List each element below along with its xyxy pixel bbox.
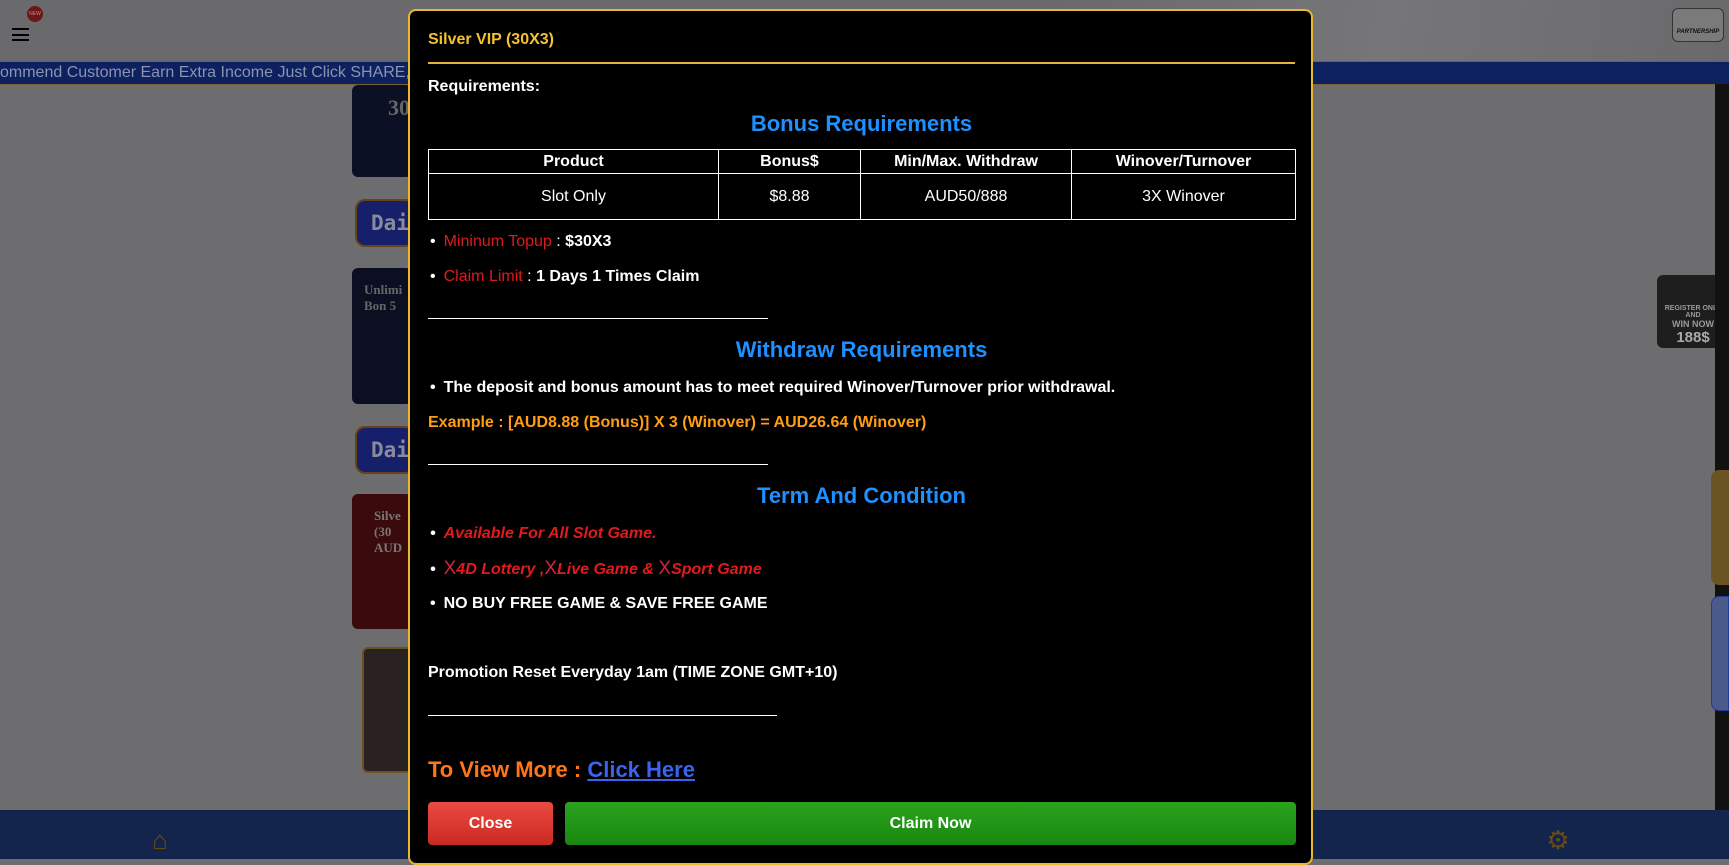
title-divider [428, 62, 1295, 64]
col-withdraw: Min/Max. Withdraw [860, 149, 1072, 174]
cell-winover: 3X Winover [1071, 173, 1296, 220]
col-bonus: Bonus$ [718, 149, 861, 174]
view-more-label: To View More : [428, 757, 588, 782]
promo-card-text: Silve (30 AUD [374, 508, 403, 555]
daily-tab-1[interactable]: Dai [355, 199, 415, 247]
support-icon[interactable]: ⚙ [1543, 826, 1573, 854]
x-mark-icon: X [544, 558, 557, 579]
example-text: Example : [AUD8.88 (Bonus)] X 3 (Winover… [428, 414, 927, 431]
sep: : [551, 233, 566, 250]
table-header-row: Product Bonus$ Min/Max. Withdraw Winover… [428, 149, 1296, 174]
term-slot-games: Available For All Slot Game. [430, 525, 657, 543]
divider [428, 464, 768, 465]
divider [428, 318, 768, 319]
reset-note: Promotion Reset Everyday 1am (TIME ZONE … [428, 664, 838, 681]
spinaud-side-tab[interactable] [1711, 470, 1729, 585]
term-sport: Sport Game [671, 561, 762, 578]
speedau-side-tab[interactable] [1711, 596, 1729, 711]
promo-card-text: Unlimi Bon 5 [364, 282, 403, 313]
withdraw-bullet: The deposit and bonus amount has to meet… [430, 379, 1116, 397]
close-button[interactable]: Close [428, 802, 553, 845]
col-winover: Winover/Turnover [1071, 149, 1296, 174]
promotion-modal: Silver VIP (30X3) Requirements: Bonus Re… [408, 9, 1313, 865]
view-more: To View More : Click Here [428, 757, 695, 783]
min-topup-item: Mininum Topup : $30X3 [430, 233, 612, 251]
requirements-label: Requirements: [428, 78, 541, 95]
click-here-link[interactable]: Click Here [587, 757, 695, 782]
term-live: Live Game & [557, 561, 659, 578]
x-mark-icon: X [658, 558, 672, 579]
terms-heading: Term And Condition [757, 483, 966, 508]
daily-tab-2[interactable]: Dai [355, 426, 415, 474]
promo-card-2[interactable]: Unlimi Bon 5 [352, 268, 412, 404]
term-excluded-games: X4D Lottery ,XLive Game & XSport Game [430, 558, 762, 580]
cell-bonus: $8.88 [718, 173, 861, 220]
cell-product: Slot Only [428, 173, 719, 220]
claim-limit-value: 1 Days 1 Times Claim [536, 268, 700, 285]
bonus-table: Product Bonus$ Min/Max. Withdraw Winover… [428, 149, 1296, 220]
notification-badge: NEW [27, 6, 43, 22]
table-row: Slot Only $8.88 AUD50/888 3X Winover [428, 173, 1296, 220]
promo-card-3[interactable]: Silve (30 AUD [352, 494, 412, 629]
home-icon[interactable]: ⌂ [145, 826, 175, 854]
min-topup-value: $30X3 [565, 233, 612, 250]
claim-limit-item: Claim Limit : 1 Days 1 Times Claim [430, 268, 700, 286]
divider [428, 715, 777, 716]
withdraw-requirements-heading: Withdraw Requirements [735, 337, 988, 362]
modal-title: Silver VIP (30X3) [428, 31, 554, 48]
col-product: Product [428, 149, 719, 174]
partnership-logo[interactable]: PARTNERSHIP [1672, 8, 1724, 42]
term-4d: 4D Lottery , [456, 561, 545, 578]
cell-withdraw: AUD50/888 [860, 173, 1072, 220]
bonus-requirements-heading: Bonus Requirements [750, 111, 973, 136]
promo-card-1[interactable]: 30 [352, 85, 412, 177]
term-no-buy: NO BUY FREE GAME & SAVE FREE GAME [430, 595, 768, 613]
min-topup-label: Mininum Topup [443, 233, 552, 250]
promo-card-text: 30 [388, 95, 410, 120]
hamburger-menu-icon[interactable] [12, 28, 29, 41]
claim-limit-label: Claim Limit [443, 268, 523, 285]
x-mark-icon: X [443, 558, 457, 579]
sep: : [522, 268, 537, 285]
ad-line1: REGISTER ONLY AND [1664, 305, 1722, 319]
claim-now-button[interactable]: Claim Now [565, 802, 1296, 845]
